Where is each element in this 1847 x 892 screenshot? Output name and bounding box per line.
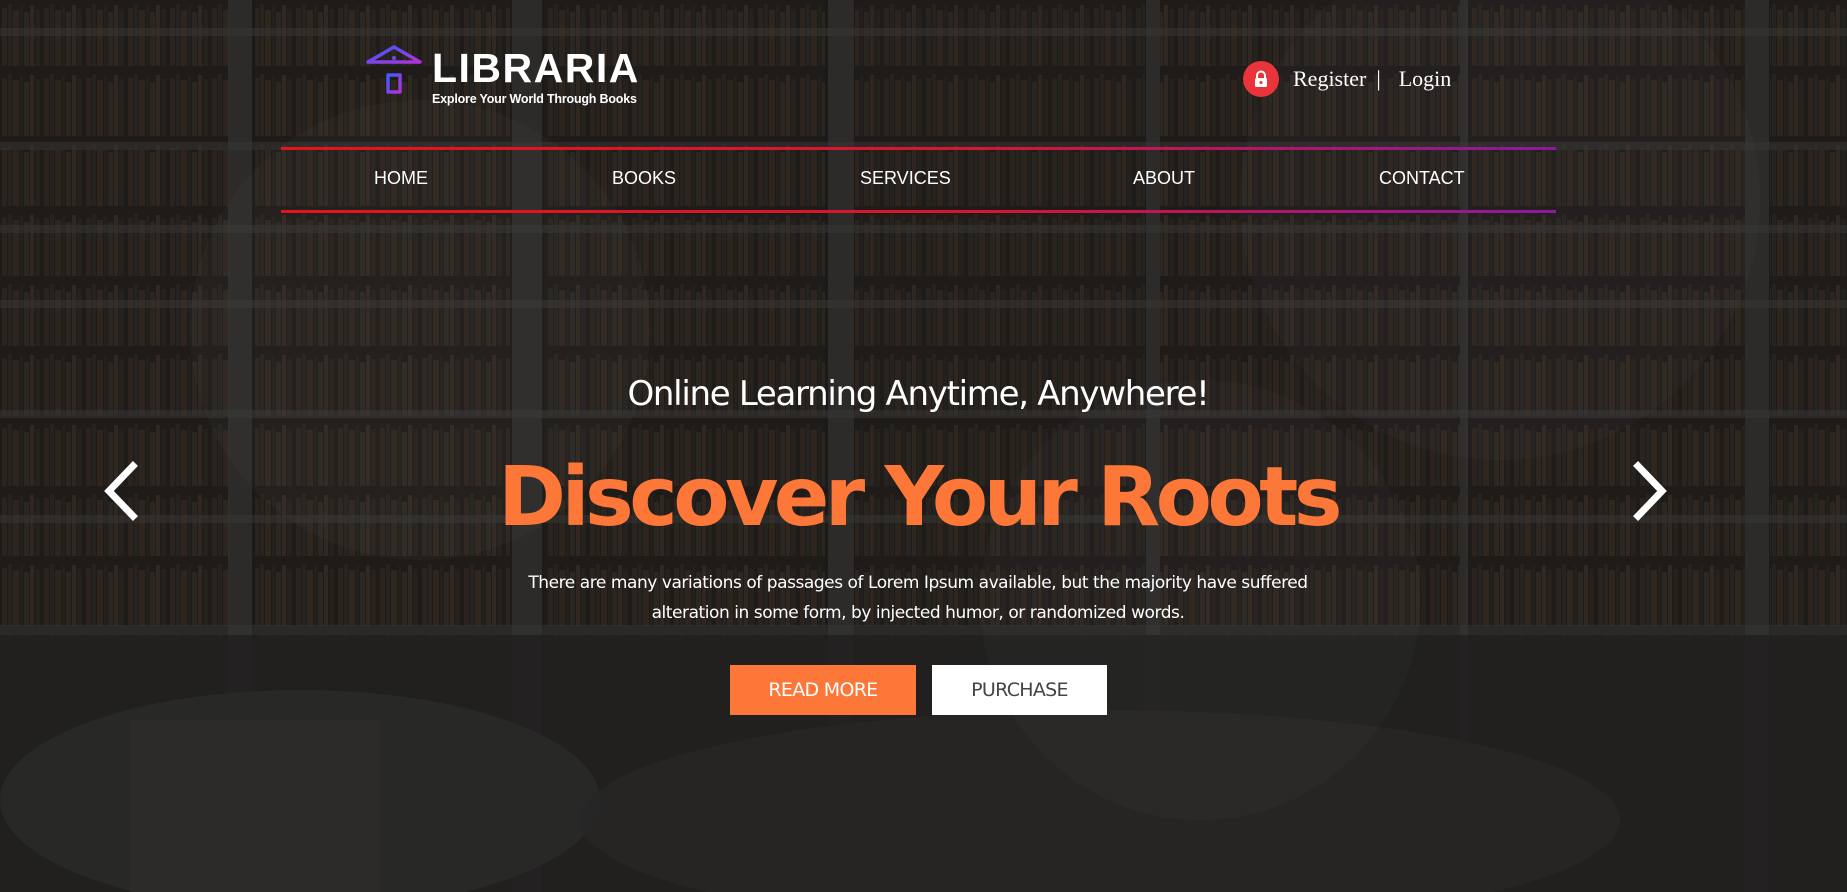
nav-item-home[interactable]: HOME — [374, 168, 428, 189]
nav-item-about[interactable]: ABOUT — [1133, 168, 1195, 189]
brand-logo[interactable]: LIBRARIA Explore Your World Through Book… — [364, 44, 640, 106]
chevron-left-icon — [104, 461, 138, 521]
hero-title: Discover Your Roots — [498, 450, 1343, 545]
hero-description: There are many variations of passages of… — [528, 573, 1308, 623]
brand-name: LIBRARIA — [432, 45, 640, 91]
main-nav: HOME BOOKS SERVICES ABOUT CONTACT — [281, 147, 1556, 213]
register-link[interactable]: Register — [1293, 66, 1366, 92]
brand-tagline: Explore Your World Through Books — [432, 92, 637, 106]
slider-next-button[interactable] — [1624, 456, 1674, 526]
nav-divider-top — [281, 147, 1556, 150]
login-link[interactable]: Login — [1399, 66, 1452, 92]
account-separator: | — [1376, 66, 1381, 91]
nav-divider-bottom — [281, 210, 1556, 213]
hero-subtitle: Online Learning Anytime, Anywhere! — [627, 374, 1209, 414]
nav-item-contact[interactable]: CONTACT — [1379, 168, 1465, 189]
purchase-button[interactable]: PURCHASE — [932, 665, 1107, 715]
account-links: Register | Login — [1243, 61, 1451, 97]
slider-prev-button[interactable] — [97, 456, 147, 526]
library-building-icon — [364, 45, 424, 103]
chevron-right-icon — [1633, 461, 1667, 521]
nav-item-services[interactable]: SERVICES — [860, 168, 951, 189]
nav-item-books[interactable]: BOOKS — [612, 168, 676, 189]
hero-overlay — [0, 0, 1847, 892]
lock-icon — [1243, 61, 1279, 97]
read-more-button[interactable]: READ MORE — [730, 665, 916, 715]
